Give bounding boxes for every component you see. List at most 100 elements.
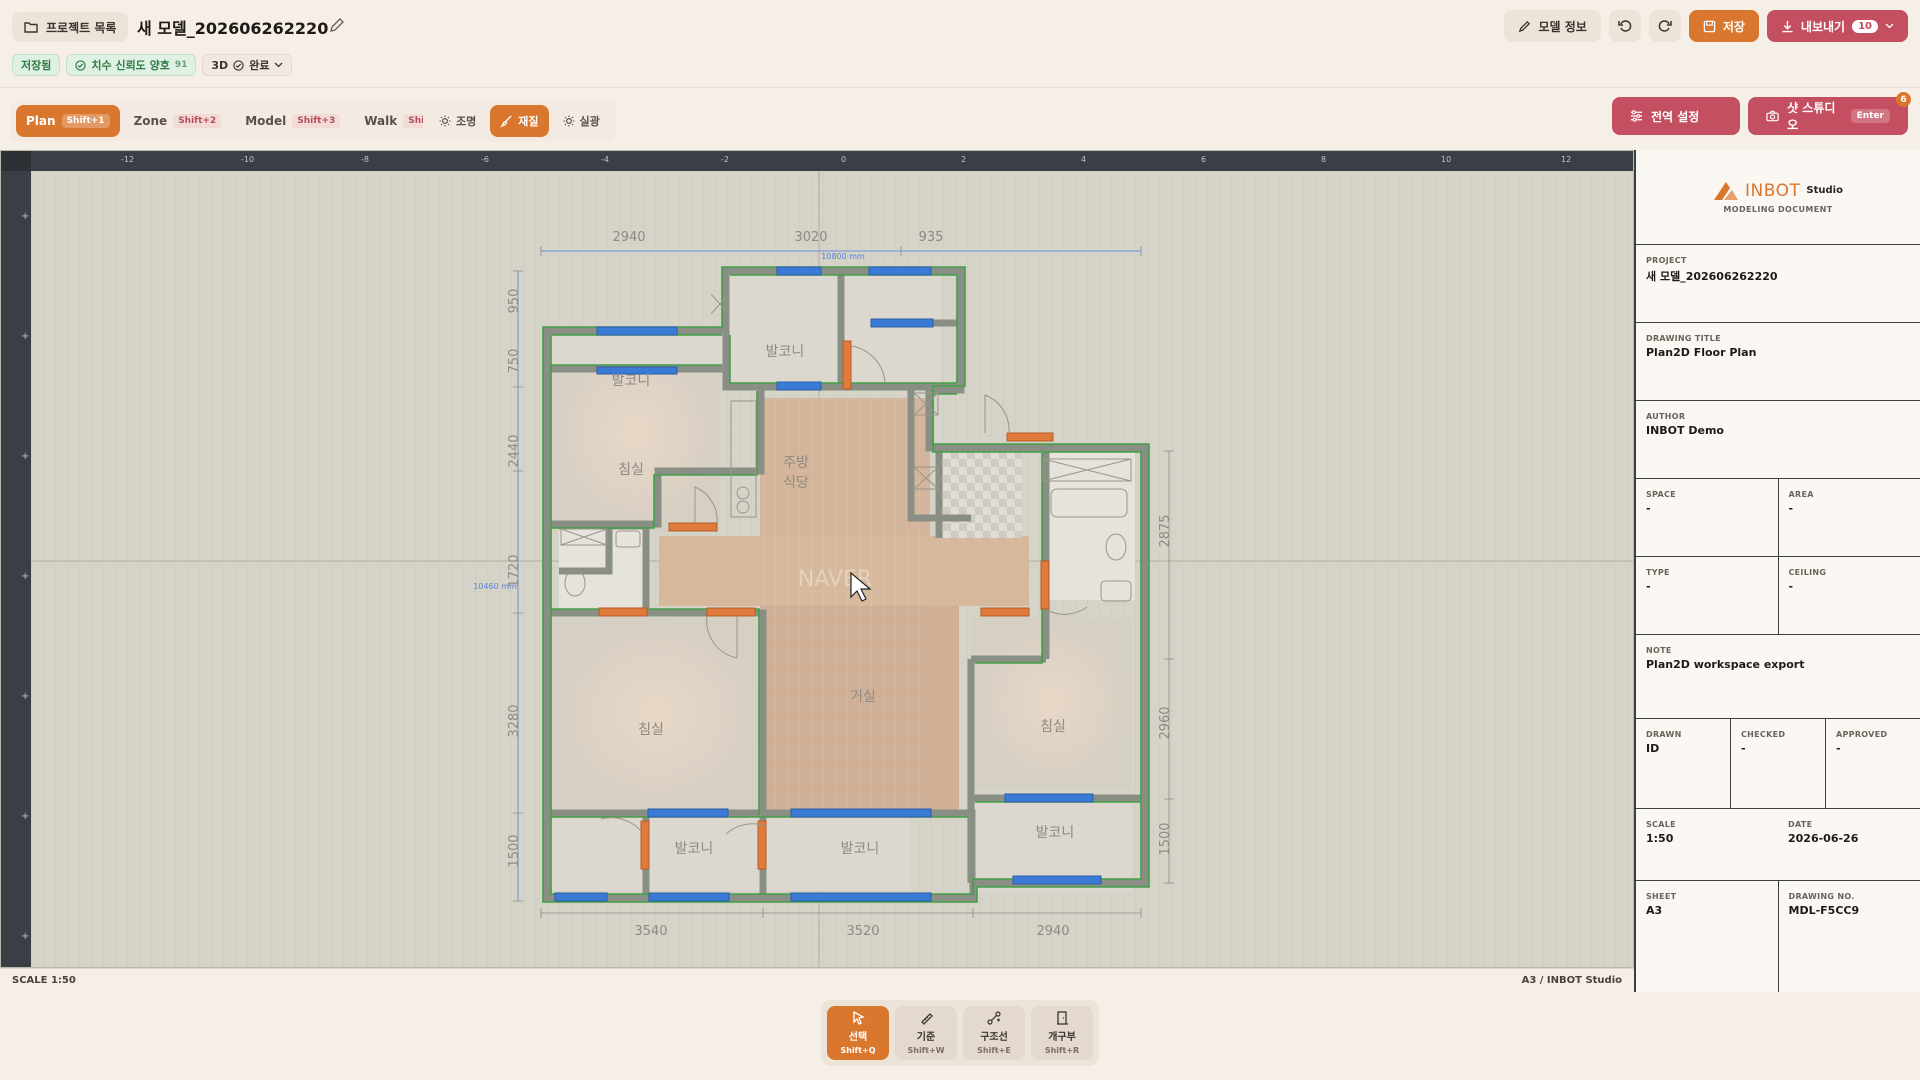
ruler-tick-mark: + (21, 451, 30, 462)
scale-field: SCALE 1:50 (1636, 809, 1778, 880)
project-list-button[interactable]: 프로젝트 목록 (12, 12, 129, 42)
field-value: INBOT Demo (1646, 424, 1724, 437)
dimension-label: 1500 (1158, 822, 1173, 855)
mode-zone-tab[interactable]: Zone Shift+2 (124, 105, 232, 137)
mode-model-tab[interactable]: Model Shift+3 (235, 105, 350, 137)
window (554, 892, 608, 902)
field-label: PROJECT (1646, 256, 1687, 265)
undo-button[interactable] (1608, 10, 1641, 42)
dimension-trust-badge: 치수 신뢰도 양호 91 (66, 54, 197, 76)
scale-date-row: SCALE 1:50 DATE 2026-06-26 (1636, 809, 1920, 881)
dimension-label: 2940 (1036, 924, 1069, 939)
view3d-status-dropdown[interactable]: 3D 완료 (202, 54, 293, 76)
room-label: 발코니 (766, 344, 805, 360)
ceiling-field: CEILING - (1779, 557, 1920, 634)
shot-studio-label: 샷 스튜디오 (1787, 101, 1836, 132)
pencil-icon (1519, 20, 1531, 32)
chevron-down-icon (1885, 23, 1894, 29)
field-label: DATE (1788, 820, 1813, 829)
field-label: AREA (1788, 490, 1814, 499)
ruler-tick-label: -8 (361, 155, 369, 164)
room-label: 침실 (1040, 719, 1066, 735)
edit-pencil-icon[interactable] (328, 16, 346, 34)
field-value: - (1741, 742, 1746, 755)
sun-icon (563, 115, 574, 127)
total-width-note: 10800 mm (821, 252, 865, 261)
model-info-button[interactable]: 모델 정보 (1504, 10, 1601, 42)
floor-bathroom-e (1045, 450, 1135, 600)
real-light-label: 실광 (579, 115, 600, 128)
ruler-tick-mark: + (21, 811, 30, 822)
model-info-label: 모델 정보 (1538, 19, 1587, 34)
dimension-label: 2875 (1158, 514, 1173, 547)
field-label: DRAWN (1646, 730, 1682, 739)
field-value: - (1646, 502, 1651, 515)
save-button[interactable]: 저장 (1688, 10, 1759, 42)
type-ceiling-row: TYPE - CEILING - (1636, 557, 1920, 635)
area-setting-button[interactable]: 전역 설정 (1612, 97, 1740, 135)
field-value: - (1788, 580, 1794, 593)
ruler-tick-label: -4 (601, 155, 609, 164)
door (1040, 560, 1050, 610)
ruler-tick-label: 12 (1561, 155, 1572, 164)
ruler-tick-label: -6 (481, 155, 489, 164)
ruler-tick-mark: + (21, 331, 30, 342)
inbot-logo-icon (1714, 181, 1739, 200)
brand-sub: Studio (1806, 185, 1843, 196)
dimension-trust-label: 치수 신뢰도 양호 (91, 59, 170, 72)
floor-plan-drawing[interactable]: 2940 3020 9353540 3520 294095075024401720328… (31, 171, 1634, 968)
ruler-top: -12 -10 -8 -6 -4 -2 0 2 4 6 8 10 12 (31, 151, 1633, 171)
lighting-toggle[interactable]: 조명 (429, 105, 486, 137)
ruler-tick-label: 6 (1201, 155, 1207, 164)
window (596, 326, 678, 336)
field-label: NOTE (1646, 646, 1672, 655)
real-light-toggle[interactable]: 실광 (553, 105, 610, 137)
opening-tool-button[interactable]: 개구부 Shift+R (1031, 1006, 1093, 1060)
tool-shortcut: Shift+R (1044, 1046, 1080, 1055)
reference-tool-button[interactable]: 기준 Shift+W (895, 1006, 957, 1060)
mode-shortcut: Shift+1 (61, 114, 110, 128)
floor-bedroom-sw (550, 618, 763, 811)
select-tool-button[interactable]: 선택 Shift+Q (827, 1006, 889, 1060)
field-label: DRAWING NO. (1788, 892, 1855, 901)
drawing-no-field: DRAWING NO. MDL-F5CC9 (1779, 881, 1920, 992)
sun-icon (439, 115, 451, 127)
field-value: 새 모델_202606262220 (1646, 270, 1778, 283)
export-button[interactable]: 내보내기 10 (1766, 10, 1908, 42)
window (776, 381, 822, 391)
shot-studio-key: Enter (1850, 109, 1890, 123)
field-value: 1:50 (1646, 832, 1674, 845)
space-area-row: SPACE - AREA - (1636, 479, 1920, 557)
mode-plan-tab[interactable]: Plan Shift+1 (16, 105, 120, 137)
folder-icon (24, 22, 38, 33)
ruler-tick-label: -10 (241, 155, 255, 164)
floor-balcony-n (729, 274, 841, 387)
window (1012, 875, 1102, 885)
ruler-tick-label: 4 (1081, 155, 1087, 164)
doc-type: MODELING DOCUMENT (1723, 204, 1833, 214)
field-value: Plan2D workspace export (1646, 658, 1805, 671)
project-field: PROJECT 새 모델_202606262220 (1636, 245, 1920, 323)
date-field: DATE 2026-06-26 (1778, 809, 1920, 880)
top-header: 프로젝트 목록 새 모델_202606262220 저장됨 치수 신뢰도 양호 … (0, 0, 1920, 88)
field-label: TYPE (1646, 568, 1670, 577)
floor-bedroom-se (972, 618, 1132, 788)
dimension-label: 750 (507, 349, 522, 374)
tool-label: 구조선 (980, 1032, 1008, 1043)
dimension-label: 3020 (794, 230, 827, 245)
plan-canvas[interactable]: -12 -10 -8 -6 -4 -2 0 2 4 6 8 10 12 + + + + + + + (0, 150, 1634, 968)
window (790, 808, 932, 818)
check-circle-icon (233, 59, 244, 71)
drawn-checked-row: DRAWN ID CHECKED - APPROVED - (1636, 719, 1920, 809)
redo-button[interactable] (1648, 10, 1681, 42)
structure-line-tool-button[interactable]: 구조선 Shift+E (963, 1006, 1025, 1060)
ruler-tick-label: 8 (1321, 155, 1327, 164)
shot-studio-button[interactable]: 샷 스튜디오 Enter (1748, 97, 1908, 135)
door (842, 340, 852, 390)
drawing-title-field: DRAWING TITLE Plan2D Floor Plan (1636, 323, 1920, 401)
dimension-label: 935 (919, 230, 944, 245)
save-icon (1703, 20, 1716, 32)
material-toggle[interactable]: 재질 (490, 105, 549, 137)
mode-label: Walk (364, 114, 398, 128)
author-field: AUTHOR INBOT Demo (1636, 401, 1920, 479)
